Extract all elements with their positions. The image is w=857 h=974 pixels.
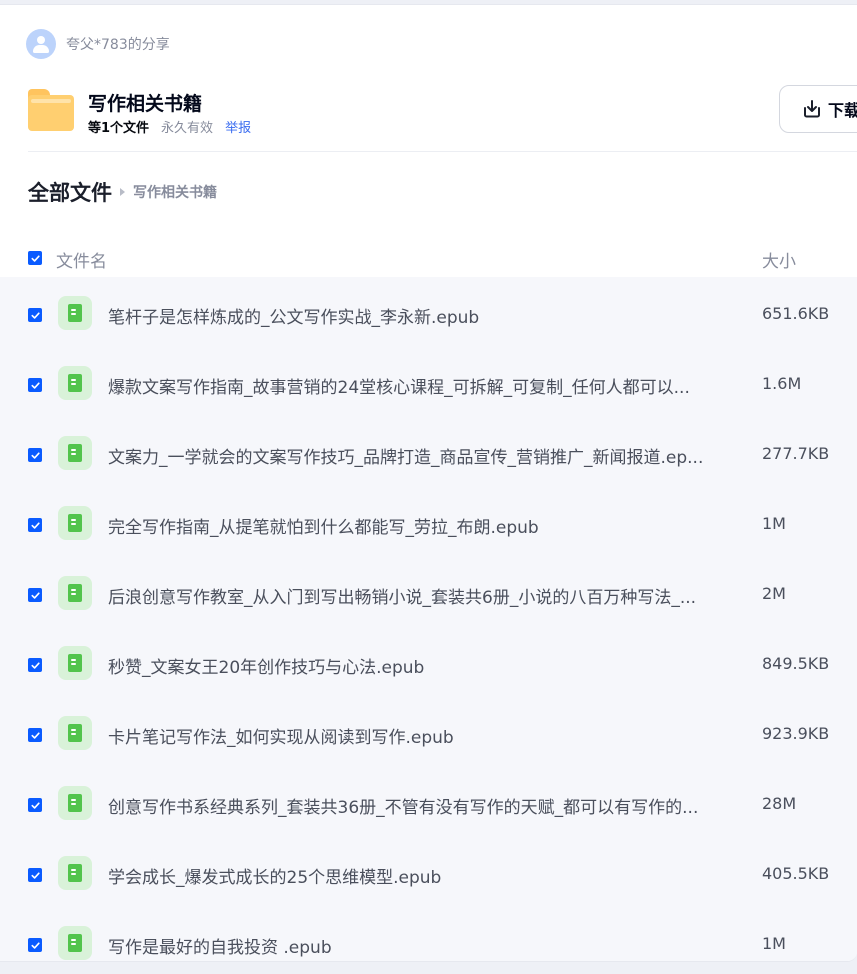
file-row[interactable]: 后浪创意写作教室_从入门到写出畅销小说_套装共6册_小说的八百万种写法_... … [0, 557, 857, 627]
user-avatar-icon [26, 29, 56, 59]
file-size: 651.6KB [762, 304, 830, 323]
file-row[interactable]: 卡片笔记写作法_如何实现从阅读到写作.epub 923.9KB [0, 697, 857, 767]
epub-file-icon [58, 716, 92, 750]
breadcrumb-current: 写作相关书籍 [133, 185, 217, 201]
breadcrumb-root[interactable]: 全部文件 [28, 177, 112, 207]
checkmark-icon [30, 521, 40, 529]
column-header-size[interactable]: 大小 [762, 247, 796, 272]
file-row[interactable]: 创意写作书系经典系列_套装共36册_不管有没有写作的天赋_都可以有写作的... … [0, 767, 857, 837]
divider [28, 151, 857, 152]
epub-file-icon [58, 436, 92, 470]
validity-text: 永久有效 [161, 121, 214, 136]
checkmark-icon [30, 451, 40, 459]
file-row[interactable]: 写作是最好的自我投资 .epub 1M [0, 907, 857, 961]
checkmark-icon [30, 254, 40, 262]
file-size: 28M [762, 794, 797, 813]
select-all-checkbox[interactable] [28, 251, 42, 265]
epub-file-icon [58, 926, 92, 960]
file-name[interactable]: 文案力_一学就会的文案写作技巧_品牌打造_商品宣传_营销推广_新闻报道.ep..… [108, 443, 718, 468]
file-row[interactable]: 爆款文案写作指南_故事营销的24堂核心课程_可拆解_可复制_任何人都可以... … [0, 347, 857, 417]
epub-file-icon [58, 366, 92, 400]
checkmark-icon [30, 871, 40, 879]
row-checkbox[interactable] [28, 938, 42, 952]
file-size: 1.6M [762, 374, 802, 393]
checkmark-icon [30, 661, 40, 669]
checkmark-icon [30, 381, 40, 389]
file-count: 等1个文件 [88, 121, 150, 136]
table-header: 文件名 大小 [0, 237, 857, 277]
epub-file-icon [58, 646, 92, 680]
share-card: 夸父*783的分享 写作相关书籍 等1个文件 永久有效 举报 下载 全部文件 写… [0, 4, 857, 962]
file-size: 277.7KB [762, 444, 830, 463]
epub-file-icon [58, 856, 92, 890]
file-name[interactable]: 笔杆子是怎样炼成的_公文写作实战_李永新.epub [108, 303, 718, 328]
download-button[interactable]: 下载 [779, 85, 857, 133]
checkmark-icon [30, 801, 40, 809]
file-name[interactable]: 后浪创意写作教室_从入门到写出畅销小说_套装共6册_小说的八百万种写法_... [108, 583, 718, 608]
sharer-name: 夸父*783的分享 [66, 37, 170, 53]
checkmark-icon [30, 941, 40, 949]
file-row[interactable]: 文案力_一学就会的文案写作技巧_品牌打造_商品宣传_营销推广_新闻报道.ep..… [0, 417, 857, 487]
file-name[interactable]: 写作是最好的自我投资 .epub [108, 933, 718, 958]
row-checkbox[interactable] [28, 448, 42, 462]
file-size: 1M [762, 514, 786, 533]
row-checkbox[interactable] [28, 868, 42, 882]
file-row[interactable]: 笔杆子是怎样炼成的_公文写作实战_李永新.epub 651.6KB [0, 277, 857, 347]
download-icon [804, 100, 820, 118]
file-size: 1M [762, 934, 786, 953]
share-meta: 等1个文件 永久有效 举报 [88, 117, 251, 136]
sharer-info: 夸父*783的分享 [26, 29, 170, 59]
epub-file-icon [58, 296, 92, 330]
file-name[interactable]: 爆款文案写作指南_故事营销的24堂核心课程_可拆解_可复制_任何人都可以... [108, 373, 718, 398]
checkmark-icon [30, 591, 40, 599]
row-checkbox[interactable] [28, 658, 42, 672]
file-name[interactable]: 学会成长_爆发式成长的25个思维模型.epub [108, 863, 718, 888]
download-label: 下载 [828, 101, 857, 120]
report-link[interactable]: 举报 [225, 117, 251, 136]
breadcrumb: 全部文件 写作相关书籍 [28, 177, 217, 207]
epub-file-icon [58, 576, 92, 610]
row-checkbox[interactable] [28, 378, 42, 392]
file-row[interactable]: 秒赞_文案女王20年创作技巧与心法.epub 849.5KB [0, 627, 857, 697]
share-title: 写作相关书籍 [88, 93, 203, 115]
file-name[interactable]: 完全写作指南_从提笔就怕到什么都能写_劳拉_布朗.epub [108, 513, 718, 538]
file-size: 405.5KB [762, 864, 830, 883]
checkmark-icon [30, 731, 40, 739]
epub-file-icon [58, 786, 92, 820]
column-header-name[interactable]: 文件名 [56, 247, 107, 272]
row-checkbox[interactable] [28, 798, 42, 812]
epub-file-icon [58, 506, 92, 540]
file-row[interactable]: 完全写作指南_从提笔就怕到什么都能写_劳拉_布朗.epub 1M [0, 487, 857, 557]
file-name[interactable]: 卡片笔记写作法_如何实现从阅读到写作.epub [108, 723, 718, 748]
file-list: 笔杆子是怎样炼成的_公文写作实战_李永新.epub 651.6KB 爆款文案写作… [0, 277, 857, 961]
file-size: 849.5KB [762, 654, 830, 673]
row-checkbox[interactable] [28, 518, 42, 532]
file-size: 923.9KB [762, 724, 830, 743]
row-checkbox[interactable] [28, 308, 42, 322]
row-checkbox[interactable] [28, 588, 42, 602]
checkmark-icon [30, 311, 40, 319]
file-size: 2M [762, 584, 786, 603]
file-row[interactable]: 学会成长_爆发式成长的25个思维模型.epub 405.5KB [0, 837, 857, 907]
file-name[interactable]: 创意写作书系经典系列_套装共36册_不管有没有写作的天赋_都可以有写作的... [108, 793, 718, 818]
breadcrumb-separator-icon [120, 188, 125, 196]
folder-icon [28, 87, 74, 131]
row-checkbox[interactable] [28, 728, 42, 742]
file-name[interactable]: 秒赞_文案女王20年创作技巧与心法.epub [108, 653, 718, 678]
